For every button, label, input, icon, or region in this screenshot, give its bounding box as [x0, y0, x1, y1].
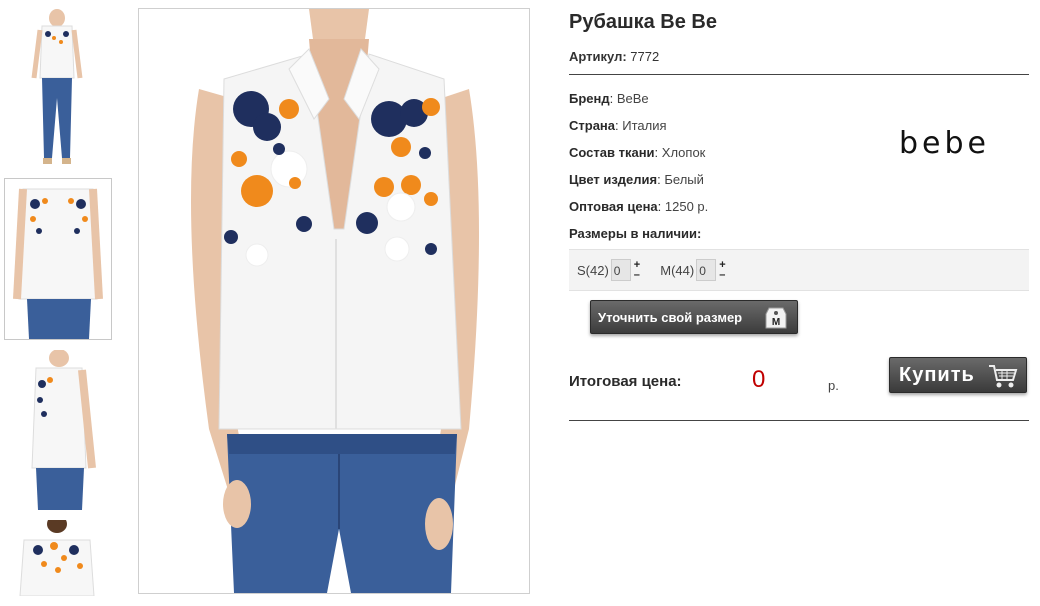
buy-label: Купить — [899, 363, 975, 386]
shopping-cart-icon — [989, 365, 1018, 388]
brand-value: BeBe — [616, 91, 649, 106]
sizes-label-row: Размеры в наличии: — [569, 220, 1029, 247]
thumbnail-full-body[interactable] — [4, 8, 110, 168]
divider-bottom — [569, 420, 1029, 421]
divider-top — [569, 74, 1029, 75]
brand-row: Бренд: BeBe — [569, 91, 649, 106]
clarify-size-label: Уточнить свой размер — [598, 309, 743, 325]
size-label: S(42) — [577, 262, 609, 278]
size-item-s42: S(42) 0 + – — [577, 259, 640, 281]
quantity-input[interactable]: 0 — [696, 259, 717, 281]
thumbnail-back-view[interactable] — [4, 520, 110, 596]
price-row: Оптовая цена: 1250 р. — [569, 199, 709, 214]
product-photo-side-view — [4, 350, 110, 510]
article-row: Артикул: 7772 — [569, 48, 1029, 66]
thumbnail-front-closeup[interactable] — [4, 178, 112, 340]
price-label: Оптовая цена — [569, 199, 658, 214]
product-photo-front-closeup — [5, 179, 111, 339]
fabric-value: Хлопок — [661, 145, 706, 160]
product-photo-full-body — [4, 8, 110, 168]
size-tag-letter: M — [772, 317, 780, 328]
total-label: Итоговая цена: — [569, 373, 682, 390]
color-row: Цвет изделия: Белый — [569, 172, 704, 187]
main-product-image[interactable] — [138, 8, 530, 594]
product-info: Рубашка Be Be Артикул: 7772 Бренд: BeBe … — [569, 8, 1029, 421]
color-value: Белый — [664, 172, 704, 187]
country-value: Италия — [622, 118, 667, 133]
total-value: 0 — [752, 366, 766, 393]
fabric-label: Состав ткани — [569, 145, 655, 160]
thumbnail-list — [4, 8, 114, 606]
decrement-button[interactable]: – — [719, 270, 725, 281]
total-currency: р. — [828, 378, 839, 393]
article-value: 7772 — [630, 49, 660, 64]
brand-logo: bebe — [899, 126, 990, 161]
country-label: Страна — [569, 118, 616, 133]
article-label: Артикул: — [569, 49, 627, 64]
sizes-selector: S(42) 0 + – M(44) 0 + – — [569, 249, 1029, 291]
size-label: M(44) — [660, 262, 695, 278]
quantity-stepper: + – — [634, 260, 640, 281]
brand-label: Бренд — [569, 91, 610, 106]
product-photo-back-view — [4, 520, 110, 596]
product-title: Рубашка Be Be — [569, 11, 717, 33]
thumbnail-side-view[interactable] — [4, 350, 110, 510]
quantity-input[interactable]: 0 — [610, 259, 631, 281]
price-value: 1250 р. — [664, 199, 709, 214]
clarify-size-button[interactable]: Уточнить свой размер M — [590, 300, 798, 334]
quantity-stepper: + – — [719, 260, 725, 281]
buy-button[interactable]: Купить — [889, 357, 1027, 393]
sizes-label: Размеры в наличии: — [569, 226, 702, 241]
product-photo-main — [139, 9, 529, 593]
decrement-button[interactable]: – — [634, 270, 640, 281]
size-tag-icon: M — [765, 307, 787, 329]
color-label: Цвет изделия — [569, 172, 658, 187]
size-item-m44: M(44) 0 + – — [660, 259, 726, 281]
